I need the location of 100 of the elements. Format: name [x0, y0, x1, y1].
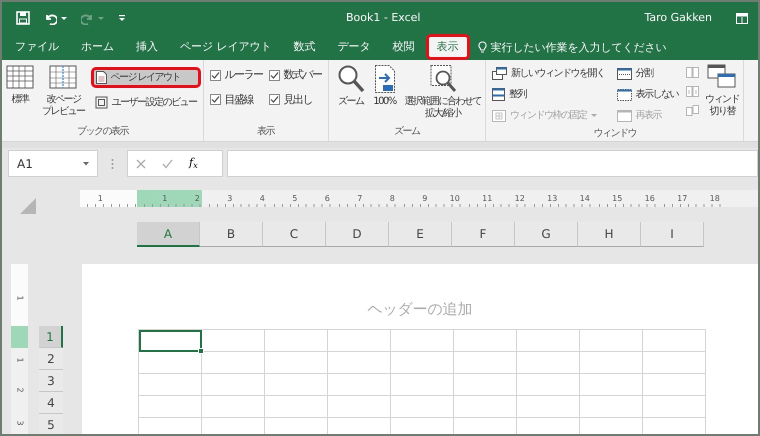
checkbox-label[interactable]: 見出し: [284, 92, 312, 108]
grid-cell[interactable]: [328, 396, 391, 418]
ribbon-tab[interactable]: ファイル: [6, 34, 70, 60]
column-header[interactable]: H: [578, 222, 641, 247]
ribbon-tab[interactable]: 挿入: [125, 34, 169, 60]
ribbon-tab[interactable]: 校閲: [382, 34, 426, 60]
ribbon-tab[interactable]: 数式: [282, 34, 326, 60]
checkbox[interactable]: [268, 94, 280, 106]
column-header[interactable]: D: [326, 222, 389, 247]
save-icon[interactable]: [16, 11, 30, 25]
grid-cell[interactable]: [391, 374, 454, 396]
ribbon-button[interactable]: 改ページ プレビュー: [40, 63, 86, 124]
column-header[interactable]: G: [515, 222, 578, 247]
insert-function-button[interactable]: f$_{x}$: [189, 155, 198, 172]
grid-cell[interactable]: [328, 374, 391, 396]
ribbon-button[interactable]: ズーム: [334, 63, 366, 124]
checkbox[interactable]: [268, 70, 280, 81]
ribbon-button[interactable]: 選択範囲に合わせて 拡大/縮小: [402, 63, 483, 124]
page-icon: [96, 71, 106, 84]
ribbon-button[interactable]: 整列: [488, 84, 608, 105]
grid-cell[interactable]: [643, 396, 706, 418]
grid-cell[interactable]: [454, 374, 517, 396]
grid-cell[interactable]: [454, 330, 517, 352]
grid-cell[interactable]: [643, 352, 706, 374]
magnifier-page-icon: [428, 64, 457, 94]
grid-cell[interactable]: [328, 352, 391, 374]
grid-cell[interactable]: [139, 374, 202, 396]
grid-cell[interactable]: [202, 352, 265, 374]
ribbon-button[interactable]: 表示しない: [612, 84, 682, 105]
active-cell[interactable]: [139, 330, 202, 352]
ribbon-tab[interactable]: ホーム: [70, 34, 125, 60]
column-header[interactable]: C: [263, 222, 326, 247]
grid-cell[interactable]: [517, 352, 580, 374]
customize-icon[interactable]: [118, 13, 126, 23]
checkbox-label[interactable]: ルーラー: [224, 67, 262, 84]
grid-cell[interactable]: [265, 352, 328, 374]
grid-cell[interactable]: [328, 330, 391, 352]
grid-cell[interactable]: [580, 330, 643, 352]
grid-cell[interactable]: [139, 396, 202, 418]
ruler-number: 2: [194, 194, 200, 203]
select-all-icon[interactable]: [20, 198, 36, 214]
grid-cell[interactable]: [202, 330, 265, 352]
grid-cell[interactable]: [391, 352, 454, 374]
grid-cell[interactable]: [643, 374, 706, 396]
ruler-number: 10: [450, 194, 460, 203]
ruler-number: 3: [14, 420, 26, 426]
grid-cell[interactable]: [454, 396, 517, 418]
column-header[interactable]: F: [452, 222, 515, 247]
grid-cell[interactable]: [391, 330, 454, 352]
grid-cell[interactable]: [517, 396, 580, 418]
ribbon-button[interactable]: ページ レイアウト: [90, 67, 200, 88]
check-icon[interactable]: [162, 158, 173, 168]
grid-cell[interactable]: [580, 374, 643, 396]
column-header[interactable]: E: [389, 222, 452, 247]
ribbon-button[interactable]: 100%: [370, 63, 398, 124]
magnifier-icon: [336, 64, 364, 94]
frame-icon: [94, 96, 108, 109]
row-header[interactable]: 1: [39, 326, 63, 348]
grid-cell[interactable]: [265, 396, 328, 418]
ruler-number: 17: [677, 194, 688, 203]
checkbox[interactable]: [210, 94, 220, 106]
column-header[interactable]: A: [137, 222, 200, 247]
freeze-icon: [492, 110, 506, 122]
column-header[interactable]: I: [641, 222, 704, 247]
undo-icon[interactable]: [44, 12, 57, 24]
column-header[interactable]: B: [200, 222, 263, 247]
name-box[interactable]: A1: [8, 150, 98, 177]
group-label: ズーム: [393, 125, 421, 139]
grid-cell[interactable]: [139, 352, 202, 374]
grid-cell[interactable]: [454, 352, 517, 374]
grid-cell[interactable]: [202, 374, 265, 396]
grid-cell[interactable]: [202, 396, 265, 418]
grid-cell[interactable]: [391, 396, 454, 418]
checkbox-label[interactable]: 目盛線: [224, 92, 253, 108]
ribbon-button[interactable]: ユーザー設定のビュー: [90, 92, 200, 113]
ruler-number: 13: [547, 194, 558, 203]
checkbox[interactable]: [210, 70, 220, 81]
ribbon-button[interactable]: 標準: [4, 63, 36, 124]
grid-cell[interactable]: [265, 374, 328, 396]
user-name: Taro Gakken: [644, 10, 712, 26]
panel-icon[interactable]: [736, 12, 748, 24]
ruler-number: 6: [324, 194, 330, 203]
ribbon-tab[interactable]: データ: [326, 34, 382, 60]
grid-cell[interactable]: [265, 330, 328, 352]
checkbox-label[interactable]: 数式バー: [284, 67, 322, 84]
grid-cell[interactable]: [643, 330, 706, 352]
ruler-number: 1: [14, 357, 26, 363]
ribbon-tab[interactable]: 表示: [426, 34, 470, 60]
grid-cell[interactable]: [517, 330, 580, 352]
grid-cell[interactable]: [580, 352, 643, 374]
cancel-icon[interactable]: [136, 158, 146, 168]
ribbon-tab[interactable]: ページ レイアウト: [169, 34, 282, 60]
formula-input[interactable]: [227, 150, 758, 177]
tell-me-field[interactable]: 実行したい作業を入力してください: [490, 40, 666, 56]
ribbon-button[interactable]: 分割: [612, 63, 682, 84]
ribbon-button[interactable]: 新しいウィンドウを開く: [488, 63, 608, 84]
lightbulb-icon[interactable]: [478, 41, 486, 54]
grid-cell[interactable]: [517, 374, 580, 396]
ribbon-button[interactable]: ウィンド 切り替: [703, 63, 741, 126]
grid-cell[interactable]: [580, 396, 643, 418]
